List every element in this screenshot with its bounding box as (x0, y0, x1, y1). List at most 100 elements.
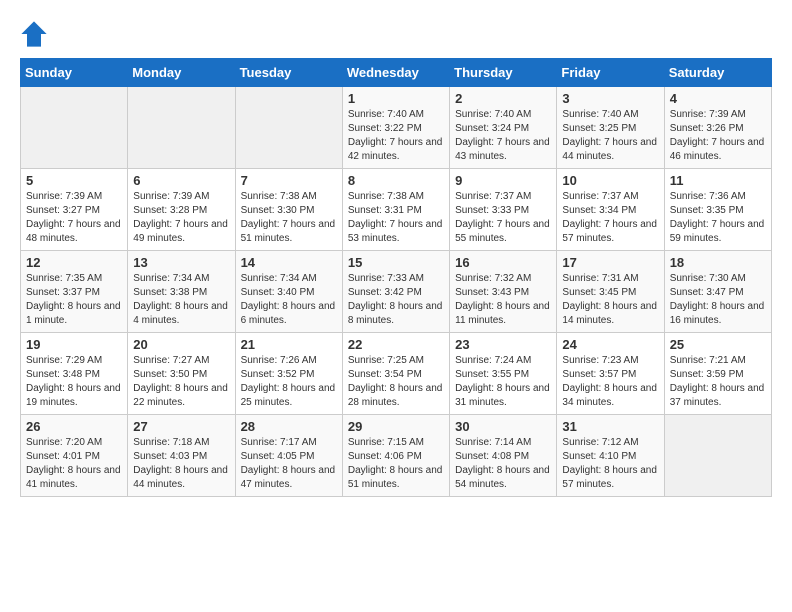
calendar-cell: 6 Sunrise: 7:39 AM Sunset: 3:28 PM Daylig… (128, 169, 235, 251)
day-info: Sunrise: 7:37 AM Sunset: 3:33 PM Dayligh… (455, 190, 551, 246)
day-number: 7 (241, 173, 337, 188)
logo-icon (20, 20, 48, 48)
calendar-cell: 11 Sunrise: 7:36 AM Sunset: 3:35 PM Dayli… (664, 169, 771, 251)
calendar-cell: 14 Sunrise: 7:34 AM Sunset: 3:40 PM Dayli… (235, 251, 342, 333)
calendar-cell: 30 Sunrise: 7:14 AM Sunset: 4:08 PM Dayli… (450, 415, 557, 497)
day-number: 30 (455, 419, 551, 434)
day-info: Sunrise: 7:18 AM Sunset: 4:03 PM Dayligh… (133, 436, 229, 492)
day-info: Sunrise: 7:40 AM Sunset: 3:25 PM Dayligh… (562, 108, 658, 164)
day-number: 4 (670, 91, 766, 106)
calendar-week-row: 19 Sunrise: 7:29 AM Sunset: 3:48 PM Dayli… (21, 333, 772, 415)
calendar-cell: 17Sunrise: 7:31 AM Sunset: 3:45 PM Dayli… (557, 251, 664, 333)
day-info: Sunrise: 7:32 AM Sunset: 3:43 PM Dayligh… (455, 272, 551, 328)
day-number: 21 (241, 337, 337, 352)
day-number: 17 (562, 255, 658, 270)
calendar-cell: 16 Sunrise: 7:32 AM Sunset: 3:43 PM Dayli… (450, 251, 557, 333)
calendar-cell: 26 Sunrise: 7:20 AM Sunset: 4:01 PM Dayli… (21, 415, 128, 497)
day-info: Sunrise: 7:33 AM Sunset: 3:42 PM Dayligh… (348, 272, 444, 328)
day-info: Sunrise: 7:37 AM Sunset: 3:34 PM Dayligh… (562, 190, 658, 246)
calendar-week-row: 26 Sunrise: 7:20 AM Sunset: 4:01 PM Dayli… (21, 415, 772, 497)
calendar-cell: 24 Sunrise: 7:23 AM Sunset: 3:57 PM Dayli… (557, 333, 664, 415)
day-number: 31 (562, 419, 658, 434)
day-number: 3 (562, 91, 658, 106)
day-number: 10 (562, 173, 658, 188)
calendar-week-row: 12 Sunrise: 7:35 AM Sunset: 3:37 PM Dayli… (21, 251, 772, 333)
day-number: 22 (348, 337, 444, 352)
page-header (20, 20, 772, 48)
calendar-cell: 31Sunrise: 7:12 AM Sunset: 4:10 PM Dayli… (557, 415, 664, 497)
day-number: 6 (133, 173, 229, 188)
day-info: Sunrise: 7:29 AM Sunset: 3:48 PM Dayligh… (26, 354, 122, 410)
day-number: 15 (348, 255, 444, 270)
weekday-header-row: Sunday Monday Tuesday Wednesday Thursday… (21, 59, 772, 87)
calendar-cell: 28Sunrise: 7:17 AM Sunset: 4:05 PM Dayli… (235, 415, 342, 497)
calendar-cell: 7 Sunrise: 7:38 AM Sunset: 3:30 PM Daylig… (235, 169, 342, 251)
calendar-cell: 10 Sunrise: 7:37 AM Sunset: 3:34 PM Dayli… (557, 169, 664, 251)
calendar-cell: 27 Sunrise: 7:18 AM Sunset: 4:03 PM Dayli… (128, 415, 235, 497)
header-sunday: Sunday (21, 59, 128, 87)
day-info: Sunrise: 7:23 AM Sunset: 3:57 PM Dayligh… (562, 354, 658, 410)
day-number: 12 (26, 255, 122, 270)
day-number: 11 (670, 173, 766, 188)
calendar-cell: 3 Sunrise: 7:40 AM Sunset: 3:25 PM Daylig… (557, 87, 664, 169)
day-number: 5 (26, 173, 122, 188)
day-info: Sunrise: 7:34 AM Sunset: 3:38 PM Dayligh… (133, 272, 229, 328)
header-tuesday: Tuesday (235, 59, 342, 87)
day-info: Sunrise: 7:39 AM Sunset: 3:27 PM Dayligh… (26, 190, 122, 246)
day-number: 27 (133, 419, 229, 434)
calendar-cell: 13 Sunrise: 7:34 AM Sunset: 3:38 PM Dayli… (128, 251, 235, 333)
day-info: Sunrise: 7:38 AM Sunset: 3:30 PM Dayligh… (241, 190, 337, 246)
calendar-cell: 9 Sunrise: 7:37 AM Sunset: 3:33 PM Daylig… (450, 169, 557, 251)
calendar-cell: 23 Sunrise: 7:24 AM Sunset: 3:55 PM Dayli… (450, 333, 557, 415)
day-number: 9 (455, 173, 551, 188)
calendar-cell (235, 87, 342, 169)
day-number: 16 (455, 255, 551, 270)
day-info: Sunrise: 7:26 AM Sunset: 3:52 PM Dayligh… (241, 354, 337, 410)
day-number: 20 (133, 337, 229, 352)
day-info: Sunrise: 7:38 AM Sunset: 3:31 PM Dayligh… (348, 190, 444, 246)
calendar-cell: 2 Sunrise: 7:40 AM Sunset: 3:24 PM Daylig… (450, 87, 557, 169)
day-number: 1 (348, 91, 444, 106)
calendar-cell: 20Sunrise: 7:27 AM Sunset: 3:50 PM Dayli… (128, 333, 235, 415)
day-number: 24 (562, 337, 658, 352)
day-info: Sunrise: 7:25 AM Sunset: 3:54 PM Dayligh… (348, 354, 444, 410)
day-number: 23 (455, 337, 551, 352)
day-number: 13 (133, 255, 229, 270)
day-number: 8 (348, 173, 444, 188)
header-wednesday: Wednesday (342, 59, 449, 87)
day-number: 14 (241, 255, 337, 270)
calendar-cell: 1 Sunrise: 7:40 AM Sunset: 3:22 PM Daylig… (342, 87, 449, 169)
calendar-cell: 8 Sunrise: 7:38 AM Sunset: 3:31 PM Daylig… (342, 169, 449, 251)
day-info: Sunrise: 7:39 AM Sunset: 3:26 PM Dayligh… (670, 108, 766, 164)
day-info: Sunrise: 7:35 AM Sunset: 3:37 PM Dayligh… (26, 272, 122, 328)
calendar-cell: 12 Sunrise: 7:35 AM Sunset: 3:37 PM Dayli… (21, 251, 128, 333)
calendar-week-row: 1 Sunrise: 7:40 AM Sunset: 3:22 PM Daylig… (21, 87, 772, 169)
calendar-cell: 21 Sunrise: 7:26 AM Sunset: 3:52 PM Dayli… (235, 333, 342, 415)
day-info: Sunrise: 7:36 AM Sunset: 3:35 PM Dayligh… (670, 190, 766, 246)
calendar-cell: 19 Sunrise: 7:29 AM Sunset: 3:48 PM Dayli… (21, 333, 128, 415)
day-number: 29 (348, 419, 444, 434)
day-info: Sunrise: 7:21 AM Sunset: 3:59 PM Dayligh… (670, 354, 766, 410)
day-info: Sunrise: 7:30 AM Sunset: 3:47 PM Dayligh… (670, 272, 766, 328)
logo (20, 20, 52, 48)
calendar-week-row: 5 Sunrise: 7:39 AM Sunset: 3:27 PM Daylig… (21, 169, 772, 251)
calendar-cell: 29Sunrise: 7:15 AM Sunset: 4:06 PM Dayli… (342, 415, 449, 497)
calendar-cell: 5 Sunrise: 7:39 AM Sunset: 3:27 PM Daylig… (21, 169, 128, 251)
day-info: Sunrise: 7:39 AM Sunset: 3:28 PM Dayligh… (133, 190, 229, 246)
day-info: Sunrise: 7:14 AM Sunset: 4:08 PM Dayligh… (455, 436, 551, 492)
day-info: Sunrise: 7:40 AM Sunset: 3:24 PM Dayligh… (455, 108, 551, 164)
day-number: 28 (241, 419, 337, 434)
calendar-cell: 18 Sunrise: 7:30 AM Sunset: 3:47 PM Dayli… (664, 251, 771, 333)
calendar-cell (21, 87, 128, 169)
day-number: 2 (455, 91, 551, 106)
day-info: Sunrise: 7:34 AM Sunset: 3:40 PM Dayligh… (241, 272, 337, 328)
day-info: Sunrise: 7:24 AM Sunset: 3:55 PM Dayligh… (455, 354, 551, 410)
day-info: Sunrise: 7:20 AM Sunset: 4:01 PM Dayligh… (26, 436, 122, 492)
day-number: 26 (26, 419, 122, 434)
day-info: Sunrise: 7:40 AM Sunset: 3:22 PM Dayligh… (348, 108, 444, 164)
day-number: 19 (26, 337, 122, 352)
calendar-cell: 15 Sunrise: 7:33 AM Sunset: 3:42 PM Dayli… (342, 251, 449, 333)
calendar-cell (128, 87, 235, 169)
day-number: 18 (670, 255, 766, 270)
calendar-cell (664, 415, 771, 497)
